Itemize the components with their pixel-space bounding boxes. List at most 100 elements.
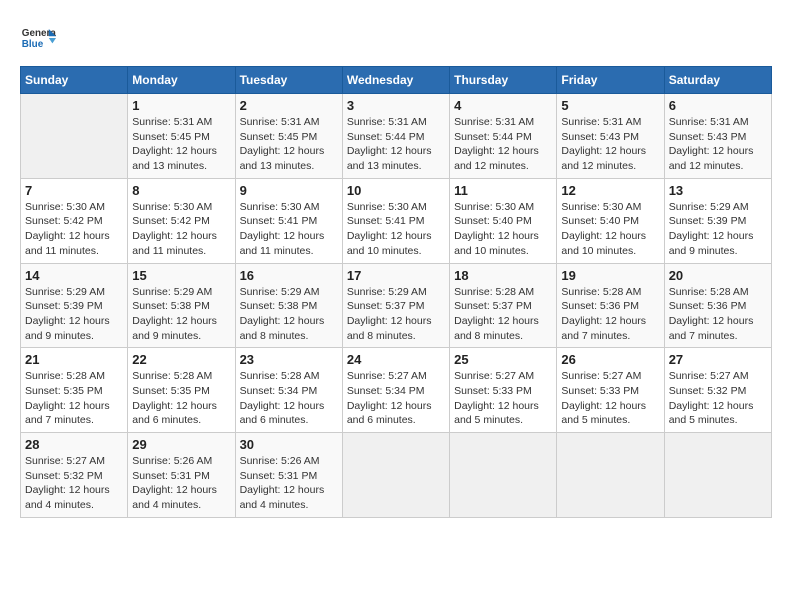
day-info: Sunrise: 5:27 AM Sunset: 5:32 PM Dayligh… — [669, 369, 767, 428]
calendar-week-row: 28 Sunrise: 5:27 AM Sunset: 5:32 PM Dayli… — [21, 433, 772, 518]
calendar-cell: 30 Sunrise: 5:26 AM Sunset: 5:31 PM Dayli… — [235, 433, 342, 518]
day-number: 29 — [132, 437, 230, 452]
day-info: Sunrise: 5:31 AM Sunset: 5:43 PM Dayligh… — [561, 115, 659, 174]
calendar-cell: 19 Sunrise: 5:28 AM Sunset: 5:36 PM Dayli… — [557, 263, 664, 348]
calendar-cell: 8 Sunrise: 5:30 AM Sunset: 5:42 PM Daylig… — [128, 178, 235, 263]
day-number: 9 — [240, 183, 338, 198]
day-number: 25 — [454, 352, 552, 367]
calendar-cell: 9 Sunrise: 5:30 AM Sunset: 5:41 PM Daylig… — [235, 178, 342, 263]
calendar-cell: 6Sunrise: 5:31 AM Sunset: 5:43 PM Daylig… — [664, 94, 771, 179]
day-number: 5 — [561, 98, 659, 113]
day-info: Sunrise: 5:27 AM Sunset: 5:33 PM Dayligh… — [561, 369, 659, 428]
calendar-cell: 27 Sunrise: 5:27 AM Sunset: 5:32 PM Dayli… — [664, 348, 771, 433]
calendar-cell: 3Sunrise: 5:31 AM Sunset: 5:44 PM Daylig… — [342, 94, 449, 179]
day-number: 7 — [25, 183, 123, 198]
weekday-header: Friday — [557, 67, 664, 94]
weekday-header: Tuesday — [235, 67, 342, 94]
day-number: 22 — [132, 352, 230, 367]
weekday-row: SundayMondayTuesdayWednesdayThursdayFrid… — [21, 67, 772, 94]
day-info: Sunrise: 5:28 AM Sunset: 5:36 PM Dayligh… — [669, 285, 767, 344]
calendar-cell: 23 Sunrise: 5:28 AM Sunset: 5:34 PM Dayli… — [235, 348, 342, 433]
day-number: 2 — [240, 98, 338, 113]
day-number: 10 — [347, 183, 445, 198]
calendar-week-row: 1 Sunrise: 5:31 AM Sunset: 5:45 PM Daylig… — [21, 94, 772, 179]
calendar-cell: 12 Sunrise: 5:30 AM Sunset: 5:40 PM Dayli… — [557, 178, 664, 263]
calendar-week-row: 21Sunrise: 5:28 AM Sunset: 5:35 PM Dayli… — [21, 348, 772, 433]
calendar-cell: 24 Sunrise: 5:27 AM Sunset: 5:34 PM Dayli… — [342, 348, 449, 433]
day-number: 30 — [240, 437, 338, 452]
day-info: Sunrise: 5:29 AM Sunset: 5:38 PM Dayligh… — [132, 285, 230, 344]
calendar-cell: 11 Sunrise: 5:30 AM Sunset: 5:40 PM Dayli… — [450, 178, 557, 263]
day-number: 18 — [454, 268, 552, 283]
day-number: 27 — [669, 352, 767, 367]
day-number: 14 — [25, 268, 123, 283]
day-info: Sunrise: 5:28 AM Sunset: 5:35 PM Dayligh… — [132, 369, 230, 428]
day-number: 3 — [347, 98, 445, 113]
weekday-header: Sunday — [21, 67, 128, 94]
calendar-cell — [21, 94, 128, 179]
calendar-cell: 5 Sunrise: 5:31 AM Sunset: 5:43 PM Daylig… — [557, 94, 664, 179]
calendar-cell — [342, 433, 449, 518]
day-info: Sunrise: 5:28 AM Sunset: 5:34 PM Dayligh… — [240, 369, 338, 428]
logo-icon: General Blue — [20, 20, 56, 56]
day-number: 15 — [132, 268, 230, 283]
day-number: 23 — [240, 352, 338, 367]
day-info: Sunrise: 5:28 AM Sunset: 5:37 PM Dayligh… — [454, 285, 552, 344]
weekday-header: Thursday — [450, 67, 557, 94]
day-info: Sunrise: 5:30 AM Sunset: 5:41 PM Dayligh… — [240, 200, 338, 259]
day-number: 16 — [240, 268, 338, 283]
day-number: 6 — [669, 98, 767, 113]
calendar-cell: 14 Sunrise: 5:29 AM Sunset: 5:39 PM Dayli… — [21, 263, 128, 348]
calendar-cell: 21Sunrise: 5:28 AM Sunset: 5:35 PM Dayli… — [21, 348, 128, 433]
day-number: 8 — [132, 183, 230, 198]
calendar-cell: 4 Sunrise: 5:31 AM Sunset: 5:44 PM Daylig… — [450, 94, 557, 179]
day-info: Sunrise: 5:30 AM Sunset: 5:42 PM Dayligh… — [132, 200, 230, 259]
day-number: 11 — [454, 183, 552, 198]
day-info: Sunrise: 5:26 AM Sunset: 5:31 PM Dayligh… — [240, 454, 338, 513]
day-info: Sunrise: 5:26 AM Sunset: 5:31 PM Dayligh… — [132, 454, 230, 513]
day-number: 1 — [132, 98, 230, 113]
weekday-header: Monday — [128, 67, 235, 94]
day-info: Sunrise: 5:29 AM Sunset: 5:38 PM Dayligh… — [240, 285, 338, 344]
calendar-cell: 25 Sunrise: 5:27 AM Sunset: 5:33 PM Dayli… — [450, 348, 557, 433]
calendar-cell: 1 Sunrise: 5:31 AM Sunset: 5:45 PM Daylig… — [128, 94, 235, 179]
calendar-week-row: 7 Sunrise: 5:30 AM Sunset: 5:42 PM Daylig… — [21, 178, 772, 263]
day-info: Sunrise: 5:27 AM Sunset: 5:34 PM Dayligh… — [347, 369, 445, 428]
day-number: 4 — [454, 98, 552, 113]
calendar-cell — [557, 433, 664, 518]
day-info: Sunrise: 5:30 AM Sunset: 5:41 PM Dayligh… — [347, 200, 445, 259]
weekday-header: Wednesday — [342, 67, 449, 94]
calendar-cell: 29 Sunrise: 5:26 AM Sunset: 5:31 PM Dayli… — [128, 433, 235, 518]
calendar-cell — [664, 433, 771, 518]
day-info: Sunrise: 5:30 AM Sunset: 5:42 PM Dayligh… — [25, 200, 123, 259]
calendar-table: SundayMondayTuesdayWednesdayThursdayFrid… — [20, 66, 772, 518]
day-info: Sunrise: 5:28 AM Sunset: 5:35 PM Dayligh… — [25, 369, 123, 428]
calendar-cell: 13Sunrise: 5:29 AM Sunset: 5:39 PM Dayli… — [664, 178, 771, 263]
calendar-cell: 10 Sunrise: 5:30 AM Sunset: 5:41 PM Dayli… — [342, 178, 449, 263]
day-number: 20 — [669, 268, 767, 283]
page-header: General Blue — [20, 20, 772, 56]
day-number: 12 — [561, 183, 659, 198]
day-info: Sunrise: 5:30 AM Sunset: 5:40 PM Dayligh… — [454, 200, 552, 259]
calendar-cell: 2Sunrise: 5:31 AM Sunset: 5:45 PM Daylig… — [235, 94, 342, 179]
day-number: 24 — [347, 352, 445, 367]
calendar-cell: 7 Sunrise: 5:30 AM Sunset: 5:42 PM Daylig… — [21, 178, 128, 263]
day-info: Sunrise: 5:29 AM Sunset: 5:39 PM Dayligh… — [25, 285, 123, 344]
day-info: Sunrise: 5:27 AM Sunset: 5:33 PM Dayligh… — [454, 369, 552, 428]
day-info: Sunrise: 5:31 AM Sunset: 5:44 PM Dayligh… — [454, 115, 552, 174]
day-info: Sunrise: 5:28 AM Sunset: 5:36 PM Dayligh… — [561, 285, 659, 344]
day-number: 19 — [561, 268, 659, 283]
day-info: Sunrise: 5:29 AM Sunset: 5:39 PM Dayligh… — [669, 200, 767, 259]
calendar-cell: 16 Sunrise: 5:29 AM Sunset: 5:38 PM Dayli… — [235, 263, 342, 348]
calendar-cell: 18 Sunrise: 5:28 AM Sunset: 5:37 PM Dayli… — [450, 263, 557, 348]
svg-text:Blue: Blue — [22, 39, 44, 50]
day-info: Sunrise: 5:30 AM Sunset: 5:40 PM Dayligh… — [561, 200, 659, 259]
calendar-cell: 26Sunrise: 5:27 AM Sunset: 5:33 PM Dayli… — [557, 348, 664, 433]
logo: General Blue — [20, 20, 56, 56]
calendar-cell — [450, 433, 557, 518]
day-info: Sunrise: 5:31 AM Sunset: 5:45 PM Dayligh… — [132, 115, 230, 174]
calendar-cell: 22 Sunrise: 5:28 AM Sunset: 5:35 PM Dayli… — [128, 348, 235, 433]
calendar-cell: 20 Sunrise: 5:28 AM Sunset: 5:36 PM Dayli… — [664, 263, 771, 348]
day-info: Sunrise: 5:27 AM Sunset: 5:32 PM Dayligh… — [25, 454, 123, 513]
day-number: 28 — [25, 437, 123, 452]
